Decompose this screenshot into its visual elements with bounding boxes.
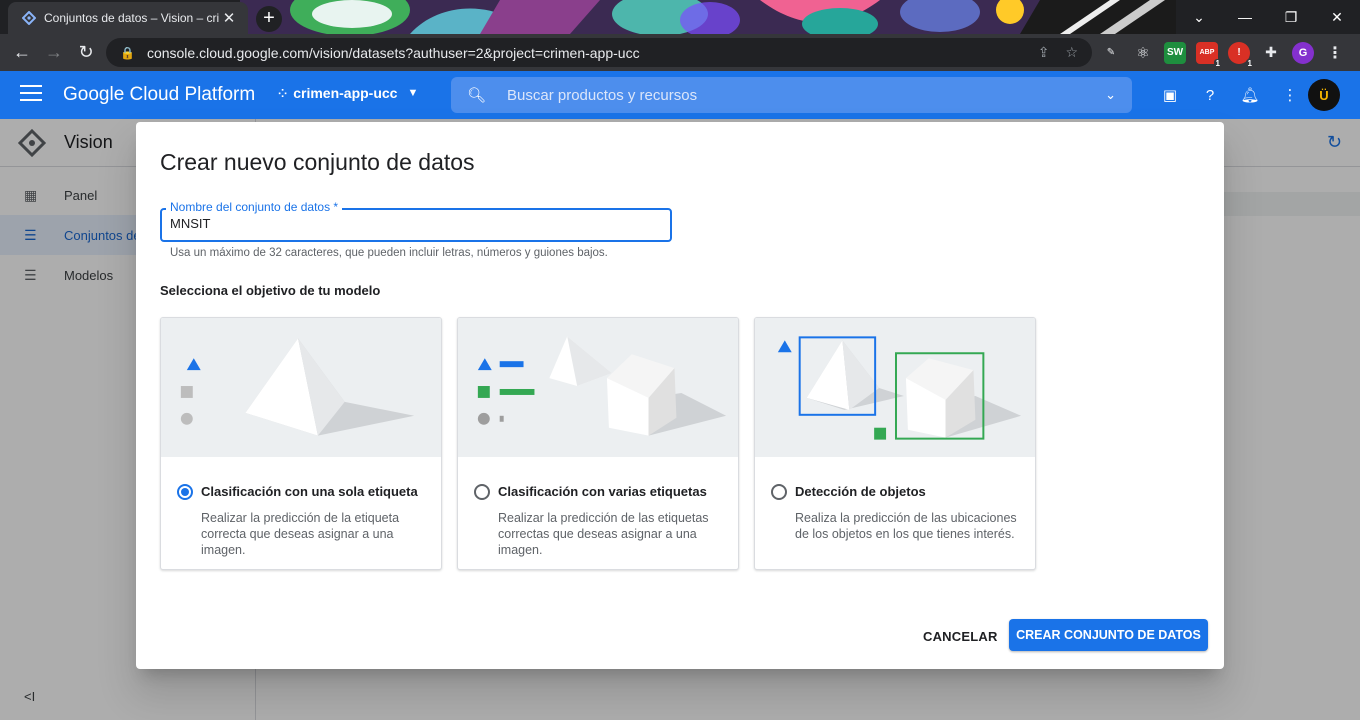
- bookmark-star-icon[interactable]: ☆: [1065, 44, 1078, 61]
- multi-label-illustration: [458, 318, 738, 457]
- dataset-name-input[interactable]: [170, 216, 660, 231]
- window-close-icon[interactable]: ✕: [1314, 0, 1360, 34]
- caret-down-icon: ▼: [407, 87, 419, 99]
- more-vert-icon[interactable]: ⋮: [1270, 81, 1310, 109]
- lock-icon[interactable]: 🔒: [120, 46, 135, 60]
- option-description: Realizar la predicción de la etiqueta co…: [201, 511, 400, 557]
- sw-icon[interactable]: SW: [1164, 41, 1186, 64]
- window-controls: ⌄ — ❐ ✕: [1176, 0, 1360, 34]
- create-dataset-button[interactable]: CREAR CONJUNTO DE DATOS: [1009, 619, 1208, 651]
- notifications-bell-icon[interactable]: 🔔︎: [1230, 81, 1270, 109]
- option-card-object-detection[interactable]: Detección de objetos Realiza la predicci…: [754, 317, 1036, 570]
- dialog-title: Crear nuevo conjunto de datos: [160, 149, 475, 175]
- minimize-icon[interactable]: —: [1222, 0, 1268, 34]
- search-bar[interactable]: 🔍︎ ⌄: [451, 77, 1132, 113]
- adblock-label: ABP: [1199, 49, 1215, 56]
- cancel-button[interactable]: CANCELAR: [911, 620, 1010, 652]
- forward-arrow-icon[interactable]: →: [38, 38, 70, 68]
- ext-red-icon[interactable]: ! 1: [1228, 41, 1254, 68]
- radio-multi-label[interactable]: [474, 484, 490, 500]
- gcp-title[interactable]: Google Cloud Platform: [63, 84, 255, 106]
- tab-search-chevron-icon[interactable]: ⌄: [1176, 0, 1222, 34]
- tab-bar-background-art: [240, 0, 1180, 34]
- option-card-single-label[interactable]: Clasificación con una sola etiqueta Real…: [160, 317, 442, 570]
- object-detection-illustration: [755, 318, 1035, 457]
- profile-icon[interactable]: G: [1292, 41, 1314, 64]
- objective-section-label: Selecciona el objetivo de tu modelo: [160, 283, 381, 298]
- ext-stitch-icon[interactable]: ✎: [1100, 42, 1122, 64]
- radio-single-label[interactable]: [177, 484, 193, 500]
- address-bar[interactable]: 🔒 console.cloud.google.com/vision/datase…: [106, 38, 1092, 67]
- browser-tab[interactable]: Conjuntos de datos – Vision – cri ✕: [8, 2, 248, 34]
- account-avatar[interactable]: Ü: [1308, 79, 1340, 111]
- browser-tab-bar: Conjuntos de datos – Vision – cri ✕ + ⌄ …: [0, 0, 1360, 34]
- reload-icon[interactable]: ↻: [70, 38, 102, 68]
- project-name: crimen-app-ucc: [293, 85, 398, 101]
- search-icon: 🔍︎: [467, 87, 487, 104]
- adblock-icon[interactable]: ABP 1: [1196, 41, 1222, 68]
- ext-red-badge: 1: [1245, 58, 1254, 68]
- option-title: Clasificación con una sola etiqueta: [201, 484, 418, 499]
- chevron-down-icon[interactable]: ⌄: [1105, 87, 1116, 103]
- vision-favicon-icon: [22, 11, 36, 25]
- radio-object-detection[interactable]: [771, 484, 787, 500]
- adblock-badge: 1: [1213, 58, 1222, 68]
- dataset-name-label: Nombre del conjunto de datos *: [166, 200, 343, 214]
- restore-icon[interactable]: ❐: [1268, 0, 1314, 34]
- option-description: Realizar la predicción de las etiquetas …: [498, 511, 709, 557]
- cloud-shell-icon[interactable]: ▣: [1150, 81, 1190, 109]
- option-title: Clasificación con varias etiquetas: [498, 484, 707, 499]
- gcp-header: Google Cloud Platform ⁘ crimen-app-ucc ▼…: [0, 71, 1360, 119]
- share-icon[interactable]: ⇪: [1038, 44, 1050, 61]
- help-icon[interactable]: ?: [1190, 81, 1230, 109]
- option-card-multi-label[interactable]: Clasificación con varias etiquetas Reali…: [457, 317, 739, 570]
- ext-red-label: !: [1237, 47, 1241, 58]
- tab-close-icon[interactable]: ✕: [220, 9, 238, 27]
- browser-toolbar: ← → ↻ 🔒 console.cloud.google.com/vision/…: [0, 34, 1360, 71]
- extensions-bar: ✎ ⚛ SW ABP 1 ! 1 ✚ G ⋮: [1100, 38, 1356, 68]
- option-title: Detección de objetos: [795, 484, 926, 499]
- project-selector[interactable]: ⁘ crimen-app-ucc ▼: [278, 85, 418, 101]
- hamburger-menu-icon[interactable]: [20, 85, 42, 105]
- create-dataset-dialog: Crear nuevo conjunto de datos Nombre del…: [136, 122, 1224, 669]
- browser-menu-icon[interactable]: ⋮: [1324, 42, 1346, 64]
- tab-title: Conjuntos de datos – Vision – cri: [44, 11, 220, 25]
- puzzle-icon[interactable]: ✚: [1260, 42, 1282, 64]
- project-dots-icon: ⁘: [278, 87, 288, 100]
- back-arrow-icon[interactable]: ←: [6, 38, 38, 68]
- new-tab-button[interactable]: +: [256, 6, 282, 32]
- url-text[interactable]: console.cloud.google.com/vision/datasets…: [147, 45, 1022, 61]
- dataset-name-hint: Usa un máximo de 32 caracteres, que pued…: [170, 247, 608, 259]
- header-actions: ▣ ? 🔔︎ ⋮: [1150, 81, 1310, 109]
- search-input[interactable]: [507, 86, 1106, 104]
- react-icon[interactable]: ⚛: [1132, 42, 1154, 64]
- option-description: Realiza la predicción de las ubicaciones…: [795, 511, 1017, 541]
- single-label-illustration: [161, 318, 441, 457]
